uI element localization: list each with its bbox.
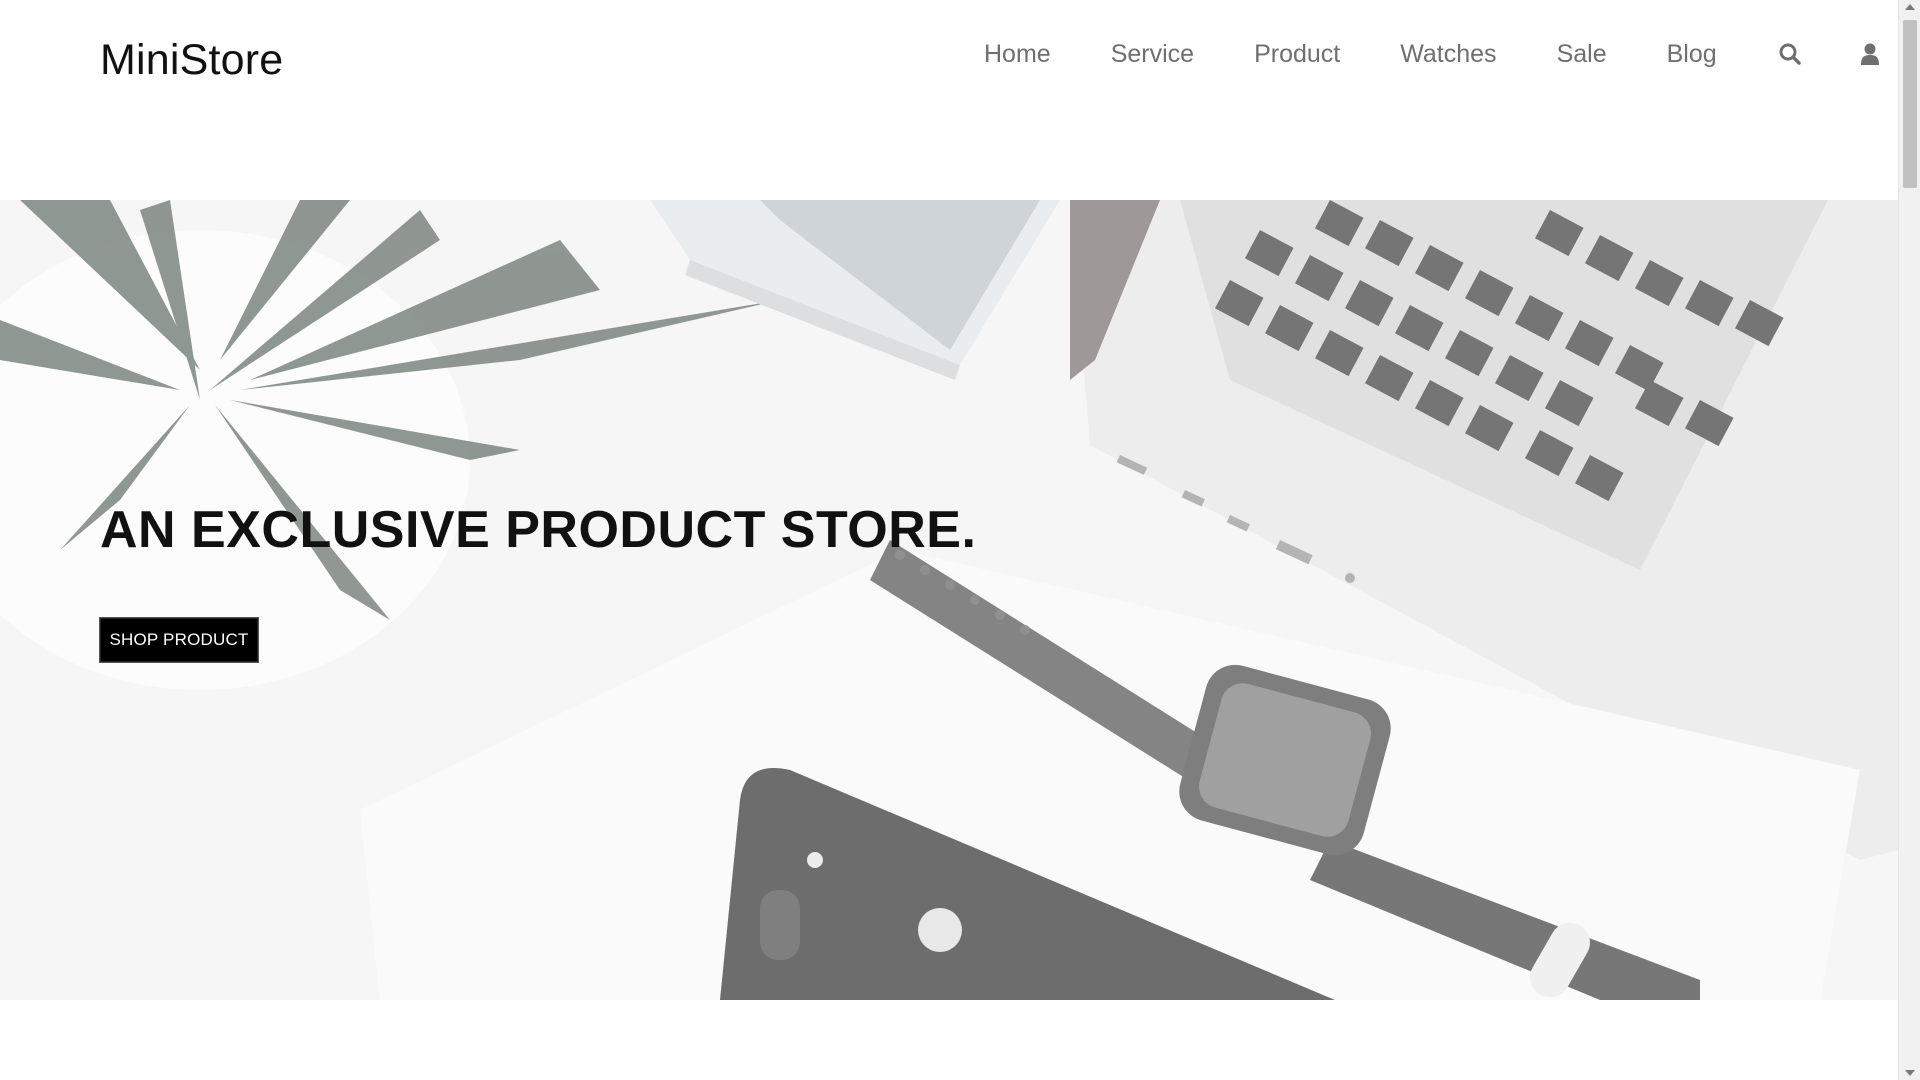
scrollbar-thumb[interactable]	[1903, 20, 1917, 188]
hero-background-image	[0, 200, 1898, 1000]
nav-product[interactable]: Product	[1254, 40, 1340, 68]
scroll-down-icon[interactable]	[1905, 1070, 1915, 1076]
nav-blog[interactable]: Blog	[1667, 40, 1717, 68]
nav-watches[interactable]: Watches	[1400, 40, 1496, 68]
main-nav: Home Service Product Watches Sale Blog	[984, 40, 1884, 68]
nav-home[interactable]: Home	[984, 40, 1051, 68]
user-icon[interactable]	[1856, 40, 1884, 68]
nav-service[interactable]: Service	[1111, 40, 1194, 68]
search-icon[interactable]	[1776, 40, 1804, 68]
page: MiniStore Home Service Product Watches S…	[0, 0, 1920, 1080]
hero-banner: AN EXCLUSIVE PRODUCT STORE. SHOP PRODUCT	[0, 200, 1898, 1000]
page-scrollbar[interactable]	[1898, 0, 1920, 1080]
shop-product-button[interactable]: SHOP PRODUCT	[99, 617, 259, 663]
nav-sale[interactable]: Sale	[1557, 40, 1607, 68]
site-header: MiniStore Home Service Product Watches S…	[0, 0, 1898, 200]
site-logo[interactable]: MiniStore	[100, 36, 283, 85]
hero-title: AN EXCLUSIVE PRODUCT STORE.	[100, 501, 977, 559]
scroll-up-icon[interactable]	[1905, 4, 1915, 10]
